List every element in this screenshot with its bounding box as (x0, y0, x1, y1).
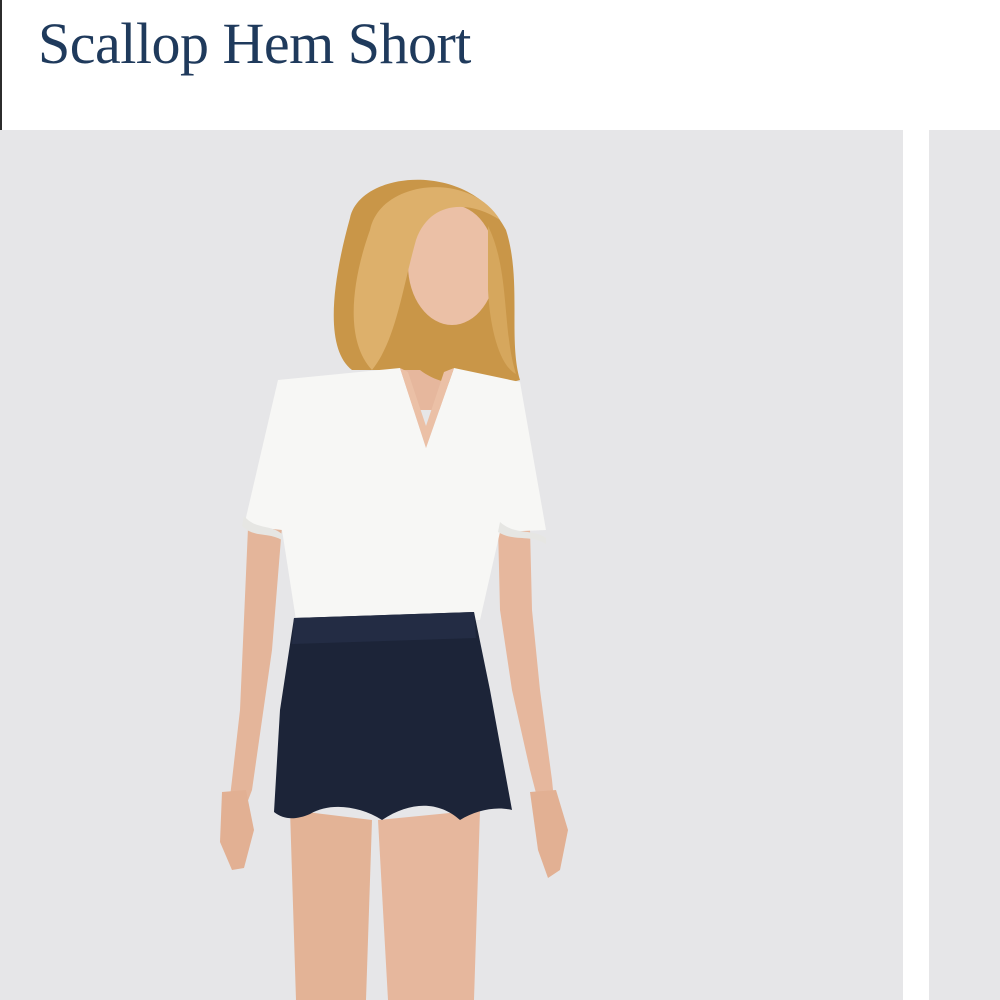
window-edge (0, 0, 2, 130)
product-image-main[interactable] (0, 130, 903, 1000)
product-gallery[interactable] (0, 130, 1000, 1000)
product-image-next[interactable] (929, 130, 1000, 1000)
model-photo (220, 179, 568, 1000)
product-title: Scallop Hem Short (38, 11, 471, 76)
